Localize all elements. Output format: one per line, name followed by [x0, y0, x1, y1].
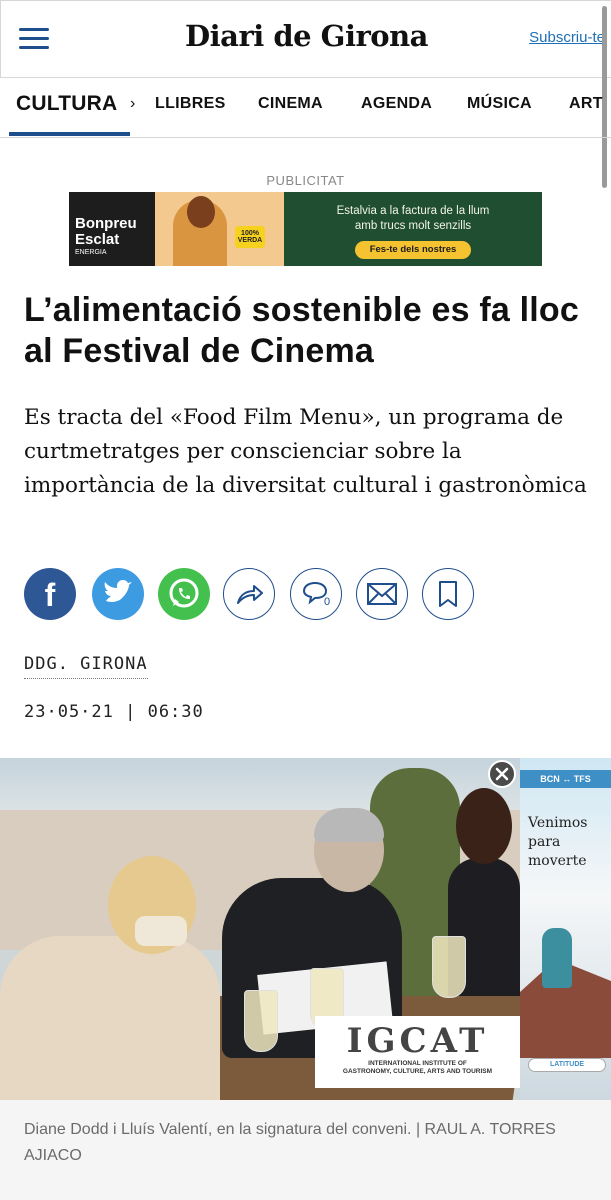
- whatsapp-share-button[interactable]: [158, 568, 210, 620]
- close-ad-button[interactable]: [488, 760, 516, 788]
- whatsapp-icon: [169, 578, 199, 608]
- comment-count: 0: [324, 596, 330, 608]
- photo-glass: [432, 936, 466, 998]
- share-bar: f 0: [24, 568, 494, 620]
- side-ad-cyclist: [542, 928, 572, 988]
- ad-badge: 100% VERDA: [235, 226, 265, 248]
- ad-person-head: [187, 196, 215, 228]
- facebook-icon: f: [45, 577, 56, 613]
- section-item-cinema[interactable]: CINEMA: [258, 95, 323, 113]
- article-headline: L’alimentació sostenible es fa lloc al F…: [24, 291, 579, 370]
- photo-iccat-sign: IGCAT INTERNATIONAL INSTITUTE OF GASTRON…: [315, 1016, 520, 1088]
- side-ad-route: BCN ↔ TFS: [520, 770, 611, 788]
- site-logo[interactable]: Diari de Girona: [1, 19, 611, 53]
- ad-banner[interactable]: Bonpreu Esclat ENERGIA 100% VERDA Estalv…: [69, 192, 542, 266]
- side-ad-slogan: Venimos para moverte: [528, 815, 588, 869]
- section-item-agenda[interactable]: AGENDA: [361, 95, 432, 113]
- comments-button[interactable]: 0: [290, 568, 342, 620]
- article-photo[interactable]: IGCAT INTERNATIONAL INSTITUTE OF GASTRON…: [0, 758, 520, 1100]
- photo-woman-left: [0, 846, 230, 1100]
- section-nav: CULTURA › LLIBRES CINEMA AGENDA MÚSICA A…: [0, 78, 611, 138]
- section-item-art[interactable]: ART: [569, 95, 603, 113]
- twitter-icon: [104, 580, 132, 602]
- article-subtitle: Es tracta del «Food Film Menu», un progr…: [24, 405, 587, 498]
- side-ad-airline: LATITUDE: [549, 1061, 585, 1068]
- svg-text:f: f: [45, 577, 56, 613]
- ad-brand: Bonpreu Esclat ENERGIA: [69, 192, 155, 266]
- site-header: Diari de Girona Subscriu-te: [0, 0, 611, 78]
- bookmark-button[interactable]: [422, 568, 474, 620]
- subscribe-link[interactable]: Subscriu-te: [529, 29, 605, 46]
- side-ad-airplane: LATITUDE: [528, 1058, 606, 1072]
- comment-icon: 0: [302, 581, 330, 608]
- ad-brand-line2: Esclat: [75, 231, 120, 248]
- section-item-llibres[interactable]: LLIBRES: [155, 95, 226, 113]
- twitter-share-button[interactable]: [92, 568, 144, 620]
- section-current[interactable]: CULTURA: [16, 92, 117, 116]
- article-date: 23·05·21 | 06:30: [24, 702, 204, 722]
- section-item-musica[interactable]: MÚSICA: [467, 95, 532, 113]
- ad-message-line1: Estalvia a la factura de la llum: [336, 205, 490, 217]
- bookmark-icon: [439, 581, 457, 607]
- chevron-right-icon: ›: [130, 95, 136, 112]
- article-author[interactable]: DDG. GIRONA: [24, 654, 148, 679]
- iccat-logo: IGCAT: [346, 1021, 489, 1061]
- section-underline: [9, 132, 130, 136]
- mail-icon: [367, 583, 397, 605]
- ad-brand-small: ENERGIA: [75, 249, 107, 256]
- side-ad[interactable]: BCN ↔ TFS Venimos para moverte LATITUDE: [520, 758, 611, 1100]
- ad-message-line2: amb trucs molt senzills: [354, 220, 472, 232]
- ad-image: Bonpreu Esclat ENERGIA 100% VERDA: [69, 192, 284, 266]
- facebook-share-button[interactable]: f: [24, 568, 76, 620]
- iccat-line2: GASTRONOMY, CULTURE, ARTS AND TOURISM: [342, 1068, 493, 1075]
- photo-glass: [244, 990, 278, 1052]
- share-icon: [237, 585, 263, 604]
- mail-button[interactable]: [356, 568, 408, 620]
- ad-message: Estalvia a la factura de la llum amb tru…: [284, 192, 542, 266]
- close-icon: [495, 767, 509, 781]
- iccat-line1: INTERNATIONAL INSTITUTE OF: [368, 1060, 467, 1067]
- photo-caption: Diane Dodd i Lluís Valentí, en la signat…: [24, 1121, 556, 1164]
- ad-brand-line1: Bonpreu: [75, 215, 137, 232]
- share-button[interactable]: [223, 568, 275, 620]
- ad-cta-button[interactable]: Fes-te dels nostres: [355, 241, 471, 259]
- ad-label: PUBLICITAT: [266, 173, 345, 188]
